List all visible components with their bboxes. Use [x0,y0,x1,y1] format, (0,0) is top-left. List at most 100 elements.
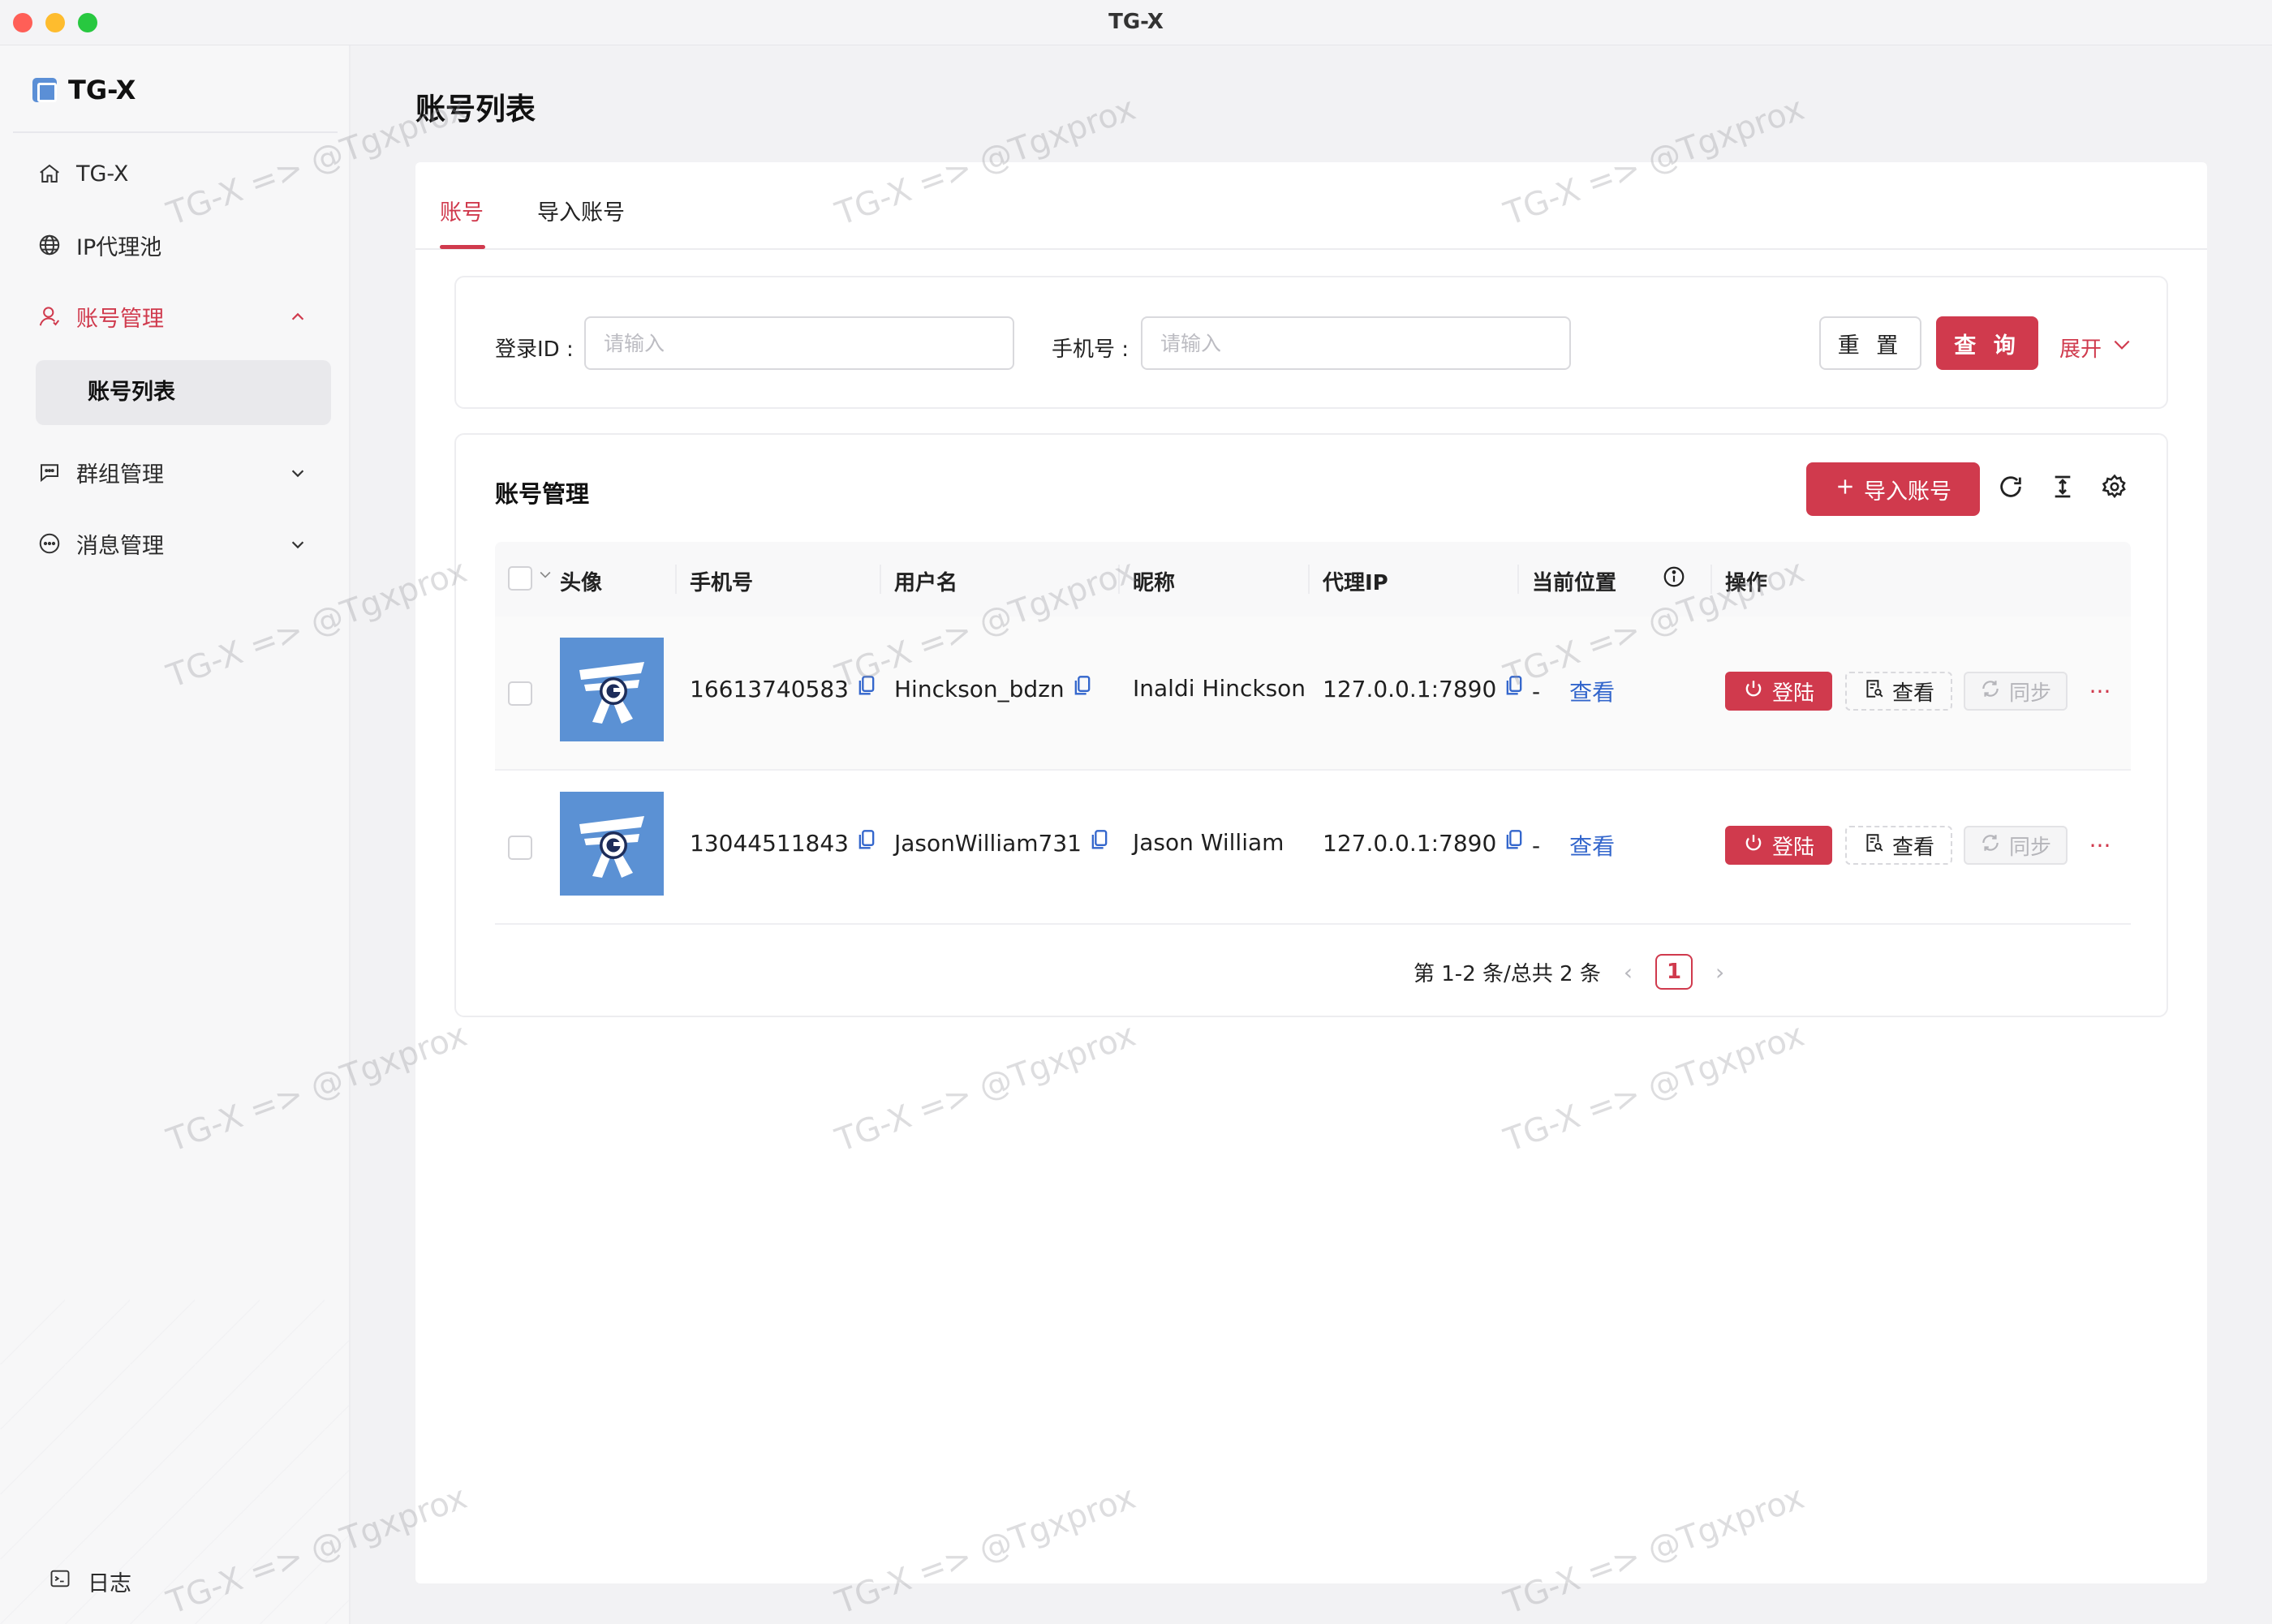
tab-import-accounts[interactable]: 导入账号 [537,195,625,226]
page-number-button[interactable]: 1 [1655,954,1693,990]
column-separator [675,565,677,594]
main-panel: 账号 导入账号 登录ID : 手机号 : 重 置 查 询 展开 账号管理 导入账… [415,162,2207,1583]
refresh-icon[interactable] [1994,470,2027,503]
column-header-location: 当前位置 [1532,571,1617,595]
login-label: 登陆 [1771,681,1814,706]
view-label: 查看 [1891,681,1934,706]
nickname-cell: Jason William [1133,829,1284,856]
chevron-right-icon[interactable]: › [1715,959,1724,986]
view-location-link[interactable]: 查看 [1569,829,1615,861]
sidebar-item-label: IP代理池 [76,234,162,260]
sidebar-item-messages[interactable]: 消息管理 [36,511,336,576]
plus-icon [1835,476,1856,503]
login-id-input[interactable] [584,316,1014,370]
copy-icon[interactable] [857,829,876,857]
select-dropdown-icon[interactable] [537,566,553,586]
tab-bar: 账号 导入账号 [415,162,2207,250]
import-account-button[interactable]: 导入账号 [1806,462,1980,516]
sync-button[interactable]: 同步 [1964,826,2068,865]
expand-toggle[interactable]: 展开 [2059,333,2132,363]
sidebar-item-ip-proxy[interactable]: IP代理池 [36,213,336,277]
row-checkbox[interactable] [508,836,532,860]
copy-icon[interactable] [857,675,876,703]
chevron-left-icon[interactable]: ‹ [1624,959,1633,986]
nickname-cell: Inaldi Hinckson [1133,675,1306,702]
column-header-proxy-ip: 代理IP [1323,571,1388,595]
logs-button[interactable]: 日志 [49,1566,131,1597]
username-cell: Hinckson_bdzn [894,675,1092,703]
page-title: 账号列表 [415,92,536,127]
chevron-down-icon [2111,334,2132,361]
sidebar-subitem-account-list[interactable]: 账号列表 [36,360,331,425]
more-actions-button[interactable]: ··· [2084,672,2116,711]
chevron-down-icon [289,534,307,559]
query-button[interactable]: 查 询 [1936,316,2038,370]
more-actions-button[interactable]: ··· [2084,826,2116,865]
sidebar: TG-X TG-X IP代理池 账号管理 账号列表 群组管理 消息管理 日志 [0,45,351,1624]
reset-button[interactable]: 重 置 [1819,316,1921,370]
sidebar-item-home[interactable]: TG-X [36,141,336,206]
sync-icon [1980,678,2001,705]
logo-icon [32,78,57,102]
chevron-down-icon [289,462,307,488]
sidebar-item-label: 账号管理 [76,306,164,332]
account-table-card: 账号管理 导入账号 头像 手机号 用户名 昵称 代理IP 当前位置 操作 166… [454,433,2168,1017]
username-text: JasonWilliam731 [894,830,1082,857]
document-search-icon [1863,832,1884,859]
copy-icon[interactable] [1073,675,1092,703]
location-text: - [1532,677,1541,705]
app-logo[interactable]: TG-X [32,75,136,105]
proxy-cell: 127.0.0.1:7890 [1323,829,1524,857]
table-row: 16613740583 Hinckson_bdzn Inaldi Hinckso… [495,617,2131,771]
column-header-avatar: 头像 [560,571,603,595]
copy-icon[interactable] [1504,675,1524,703]
tab-accounts[interactable]: 账号 [440,195,484,226]
table-card-title: 账号管理 [495,480,590,508]
window-title: TG-X [1108,10,1164,34]
location-cell: - 查看 [1532,675,1615,707]
sidebar-item-label: 消息管理 [76,533,164,559]
avatar [560,638,664,741]
column-height-icon[interactable] [2046,470,2079,503]
phone-input[interactable] [1141,316,1571,370]
copy-icon[interactable] [1504,829,1524,857]
chat-group-icon [36,458,63,486]
sidebar-item-label: TG-X [76,161,129,187]
login-button[interactable]: 登陆 [1725,826,1832,865]
column-separator [1710,565,1712,594]
proxy-text: 127.0.0.1:7890 [1323,830,1497,857]
logs-label: 日志 [88,1571,131,1596]
info-icon[interactable] [1662,565,1686,592]
view-button[interactable]: 查看 [1845,672,1952,711]
globe-icon [36,231,63,259]
location-text: - [1532,831,1541,859]
logo-text: TG-X [68,75,136,105]
view-label: 查看 [1891,835,1934,860]
pagination: 第 1-2 条/总共 2 条 ‹ 1 › [1414,954,1724,990]
tab-active-indicator [440,245,485,249]
sync-button[interactable]: 同步 [1964,672,2068,711]
view-location-link[interactable]: 查看 [1569,675,1615,707]
terminal-icon [49,1567,71,1596]
sync-label: 同步 [2008,681,2051,706]
table-row: 13044511843 JasonWilliam731 Jason Willia… [495,771,2131,925]
view-button[interactable]: 查看 [1845,826,1952,865]
settings-icon[interactable] [2098,470,2131,503]
login-button[interactable]: 登陆 [1725,672,1832,711]
sidebar-item-accounts[interactable]: 账号管理 [36,284,336,349]
document-search-icon [1863,678,1884,705]
phone-cell: 16613740583 [690,675,876,703]
login-label: 登陆 [1771,835,1814,860]
pagination-summary: 第 1-2 条/总共 2 条 [1414,961,1601,986]
sidebar-item-label: 群组管理 [76,462,164,488]
copy-icon[interactable] [1090,829,1109,857]
sync-label: 同步 [2008,835,2051,860]
table-header: 头像 手机号 用户名 昵称 代理IP 当前位置 操作 [495,542,2131,617]
select-all-checkbox[interactable] [508,566,532,591]
column-separator [880,565,881,594]
column-separator [1118,565,1120,594]
sidebar-item-groups[interactable]: 群组管理 [36,440,336,505]
row-checkbox[interactable] [508,681,532,706]
login-id-label: 登录ID : [495,337,574,362]
column-header-username: 用户名 [894,571,958,595]
